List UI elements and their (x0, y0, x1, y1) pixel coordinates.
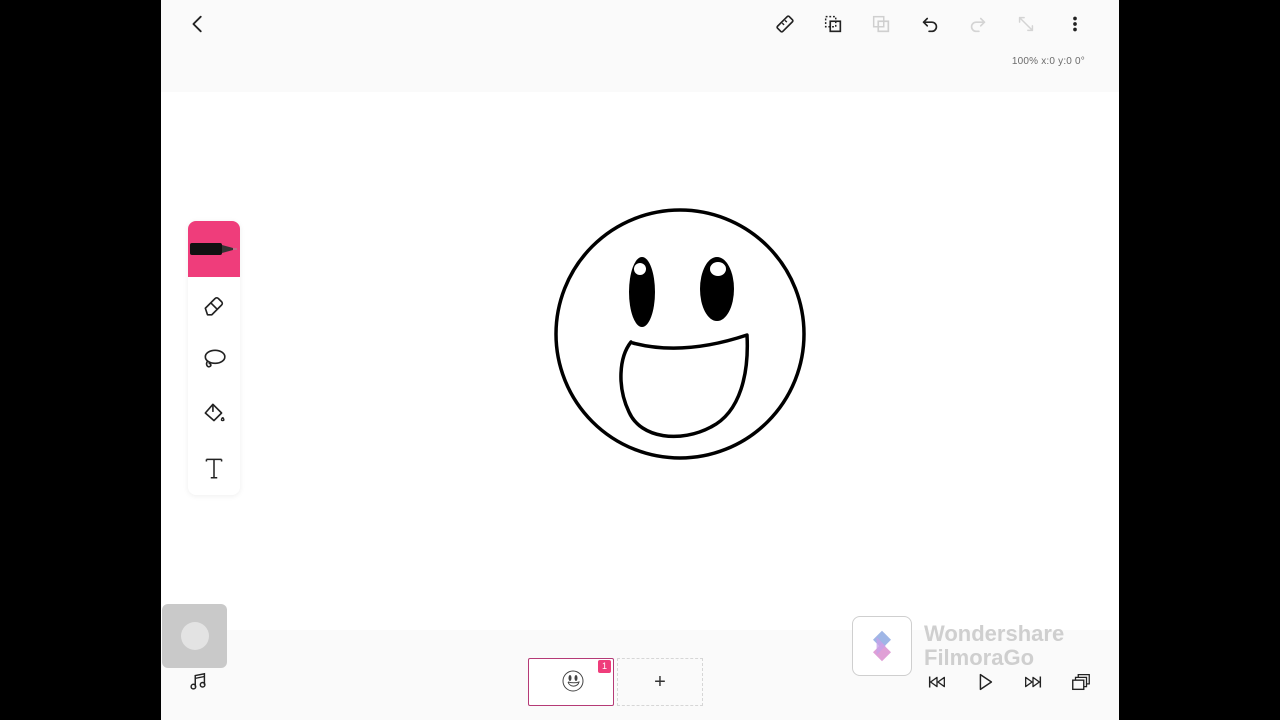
skip-forward-icon[interactable] (1019, 668, 1047, 696)
smiley-drawing (554, 208, 806, 460)
watermark-text: Wondershare FilmoraGo (924, 622, 1064, 670)
add-frame-button[interactable]: + (617, 658, 703, 706)
frame-thumbnail[interactable]: 1 (528, 658, 614, 706)
redo-icon[interactable] (964, 10, 992, 38)
pen-icon (190, 243, 237, 255)
zoom-readout: 100% x:0 y:0 0° (1011, 56, 1085, 67)
lasso-tool[interactable] (188, 333, 240, 385)
text-tool[interactable] (188, 442, 240, 494)
text-icon (205, 458, 223, 479)
tool-palette (188, 221, 240, 495)
back-icon[interactable] (184, 10, 212, 38)
copy-icon[interactable] (819, 10, 847, 38)
resize-icon[interactable] (1012, 10, 1040, 38)
paste-icon[interactable] (867, 10, 895, 38)
eraser-tool[interactable] (188, 279, 240, 331)
lasso-icon (204, 349, 226, 368)
preview-dot (180, 622, 209, 650)
pen-tool[interactable] (188, 221, 240, 277)
undo-icon[interactable] (916, 10, 944, 38)
drawing-canvas[interactable] (161, 92, 1119, 630)
watermark: Wondershare FilmoraGo (852, 616, 1112, 676)
more-icon[interactable] (1061, 10, 1089, 38)
watermark-line2: FilmoraGo (924, 645, 1035, 670)
ruler-icon[interactable] (771, 10, 799, 38)
frame-thumbnail-preview (562, 670, 584, 692)
onion-skin-preview[interactable] (162, 604, 227, 668)
eraser-icon (204, 296, 224, 316)
skip-back-icon[interactable] (923, 668, 951, 696)
layers-icon[interactable] (1067, 668, 1095, 696)
top-toolbar: 100% x:0 y:0 0° (161, 0, 1119, 92)
paint-bucket-icon (204, 403, 225, 422)
play-icon[interactable] (971, 668, 999, 696)
filmorago-logo (852, 616, 912, 676)
app-window: 100% x:0 y:0 0° 1 + Wondershare FilmoraG… (161, 0, 1119, 720)
fill-tool[interactable] (188, 387, 240, 439)
watermark-line1: Wondershare (924, 621, 1065, 646)
music-note-icon[interactable] (184, 668, 212, 696)
frame-number-badge: 1 (598, 660, 611, 673)
